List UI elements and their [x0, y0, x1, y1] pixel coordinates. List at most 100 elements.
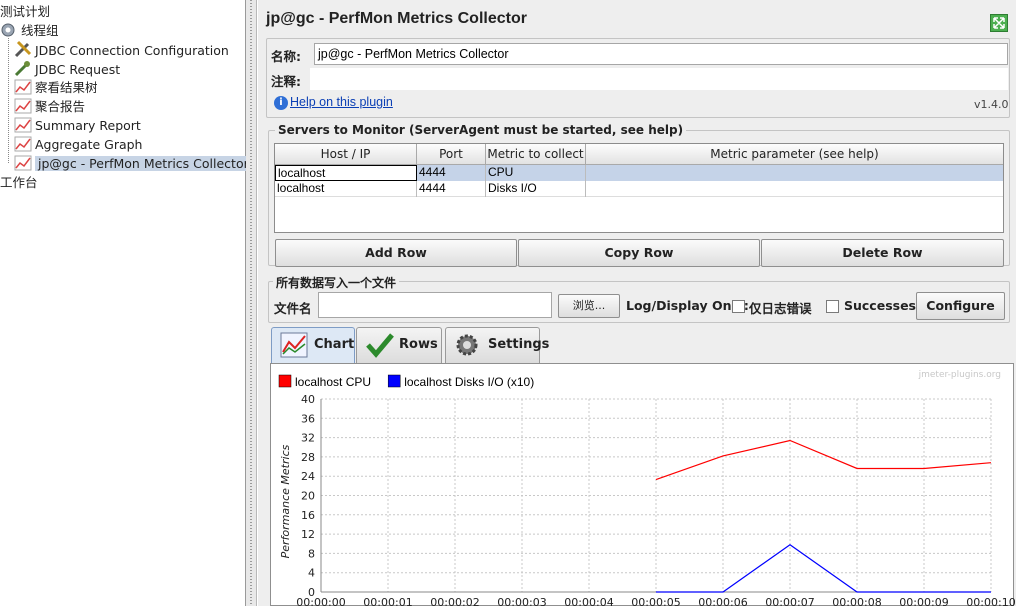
table-cell-metric[interactable]: Disks I/O: [486, 181, 586, 197]
pipette-icon: [14, 59, 30, 77]
table-cell-host[interactable]: localhost: [275, 165, 417, 181]
tree-node-jdbc-config[interactable]: JDBC Connection Configuration: [14, 40, 229, 59]
tree-node-label: Aggregate Graph: [35, 137, 143, 152]
table-cell-port[interactable]: 4444: [417, 181, 486, 197]
servers-group-title: Servers to Monitor (ServerAgent must be …: [275, 123, 687, 137]
graph-icon: [14, 79, 32, 95]
column-header-port[interactable]: Port: [417, 144, 486, 165]
comment-label: 注释:: [271, 74, 301, 89]
y-tick-label: 20: [301, 490, 315, 503]
add-row-button[interactable]: Add Row: [275, 239, 517, 267]
x-tick-label: 00:00:01: [363, 596, 412, 607]
y-tick-label: 40: [301, 393, 315, 406]
legend-label: localhost Disks I/O (x10): [404, 375, 534, 389]
browse-button[interactable]: 浏览...: [558, 294, 620, 318]
table-row[interactable]: localhost 4444 CPU: [275, 165, 1003, 181]
tree-node-jdbc-request[interactable]: JDBC Request: [14, 59, 120, 78]
x-tick-label: 00:00:08: [832, 596, 881, 607]
filename-label: 文件名: [274, 301, 312, 316]
y-tick-label: 32: [301, 432, 315, 445]
test-plan-tree[interactable]: 测试计划 线程组 JDBC Connection Configuration J…: [0, 0, 252, 606]
table-cell-port[interactable]: 4444: [417, 165, 486, 181]
tree-node-perfmon-collector[interactable]: jp@gc - PerfMon Metrics Collector: [14, 154, 252, 173]
tree-node-test-plan[interactable]: 测试计划: [0, 2, 50, 21]
graph-icon: [14, 98, 32, 114]
column-header-metric[interactable]: Metric to collect: [486, 144, 586, 165]
comment-field[interactable]: [310, 68, 1008, 90]
filename-field[interactable]: [318, 292, 552, 318]
legend-swatch: [387, 374, 401, 388]
x-tick-label: 00:00:02: [430, 596, 479, 607]
graph-icon: [14, 155, 32, 171]
info-icon: i: [274, 96, 288, 110]
tree-node-label: 测试计划: [0, 4, 51, 19]
y-tick-label: 36: [301, 412, 315, 425]
errors-only-checkbox[interactable]: [732, 300, 745, 313]
tree-node-label: JDBC Request: [35, 62, 121, 77]
x-tick-label: 00:00:03: [497, 596, 546, 607]
y-tick-label: 24: [301, 470, 315, 483]
table-cell-parameter[interactable]: [586, 181, 1003, 197]
y-tick-label: 4: [308, 567, 315, 580]
chart-panel: 0 4 8 12 16 20 24 28 32 36 40 00:00:00 00:00:01 00:00…: [270, 363, 1015, 607]
copy-row-button[interactable]: Copy Row: [518, 239, 760, 267]
legend-label: localhost CPU: [295, 375, 371, 389]
file-group-title: 所有数据写入一个文件: [273, 274, 400, 291]
log-display-only-label: Log/Display Only:: [626, 298, 749, 313]
tab-label: Settings: [488, 337, 550, 352]
gear-icon: [0, 22, 16, 38]
tree-node-label: 聚合报告: [35, 99, 86, 114]
table-cell-host[interactable]: localhost: [275, 181, 417, 197]
tree-node-aggregate-report[interactable]: 聚合报告: [14, 97, 85, 116]
servers-table[interactable]: Host / IP Port Metric to collect Metric …: [274, 143, 1004, 233]
table-row[interactable]: localhost 4444 Disks I/O: [275, 181, 1003, 197]
tab-label: Rows: [399, 337, 438, 352]
successes-checkbox[interactable]: [826, 300, 839, 313]
tree-node-label: jp@gc - PerfMon Metrics Collector: [35, 156, 252, 171]
tree-node-label: 线程组: [21, 23, 59, 38]
chart-icon: [280, 332, 308, 358]
tree-node-aggregate-graph[interactable]: Aggregate Graph: [14, 135, 142, 154]
watermark-text: jmeter-plugins.org: [918, 370, 1001, 380]
perfmon-panel: jp@gc - PerfMon Metrics Collector 名称: jp…: [258, 0, 1016, 607]
column-header-host[interactable]: Host / IP: [275, 144, 417, 165]
expand-icon[interactable]: [990, 14, 1008, 32]
errors-only-label: 仅日志错误: [749, 301, 812, 316]
series-line: [655, 439, 992, 481]
y-axis-label: Performance Metrics: [279, 444, 292, 558]
successes-label: Successes: [844, 298, 916, 313]
delete-row-button[interactable]: Delete Row: [761, 239, 1004, 267]
y-tick-label: 28: [301, 451, 315, 464]
graph-icon: [14, 117, 32, 133]
graph-icon: [14, 136, 32, 152]
version-label: v1.4.0: [974, 98, 1009, 111]
x-tick-label: 00:00:06: [698, 596, 747, 607]
x-tick-label: 00:00:00: [296, 596, 345, 607]
gear-icon: [454, 332, 480, 358]
tab-chart[interactable]: Chart: [271, 327, 355, 364]
tree-node-label: 察看结果树: [35, 80, 98, 95]
help-link[interactable]: Help on this plugin: [290, 95, 393, 109]
x-tick-label: 00:00:04: [564, 596, 613, 607]
table-cell-metric[interactable]: CPU: [486, 165, 586, 181]
split-pane-divider[interactable]: [246, 0, 257, 606]
tree-node-label: Summary Report: [35, 118, 141, 133]
panel-title: jp@gc - PerfMon Metrics Collector: [266, 10, 527, 27]
tree-node-label: JDBC Connection Configuration: [35, 43, 229, 58]
tree-node-workbench[interactable]: 工作台: [0, 173, 38, 192]
column-header-parameter[interactable]: Metric parameter (see help): [586, 144, 1003, 165]
checkmark-icon: [365, 332, 394, 358]
name-label: 名称:: [271, 49, 301, 64]
x-tick-label: 00:00:09: [899, 596, 948, 607]
tree-node-view-results-tree[interactable]: 察看结果树: [14, 78, 98, 97]
tab-rows[interactable]: Rows: [356, 327, 442, 363]
y-tick-label: 12: [301, 528, 315, 541]
configure-button[interactable]: Configure: [916, 292, 1005, 320]
name-field[interactable]: jp@gc - PerfMon Metrics Collector: [314, 43, 1008, 65]
x-tick-label: 00:00:10: [966, 596, 1015, 607]
tab-label: Chart: [314, 337, 355, 352]
tab-settings[interactable]: Settings: [445, 327, 549, 363]
perfmon-chart: 048121620242832364000:00:00 00:00:01 00:00…: [278, 370, 1015, 607]
table-cell-parameter[interactable]: [586, 165, 1003, 181]
tree-node-summary-report[interactable]: Summary Report: [14, 116, 141, 135]
